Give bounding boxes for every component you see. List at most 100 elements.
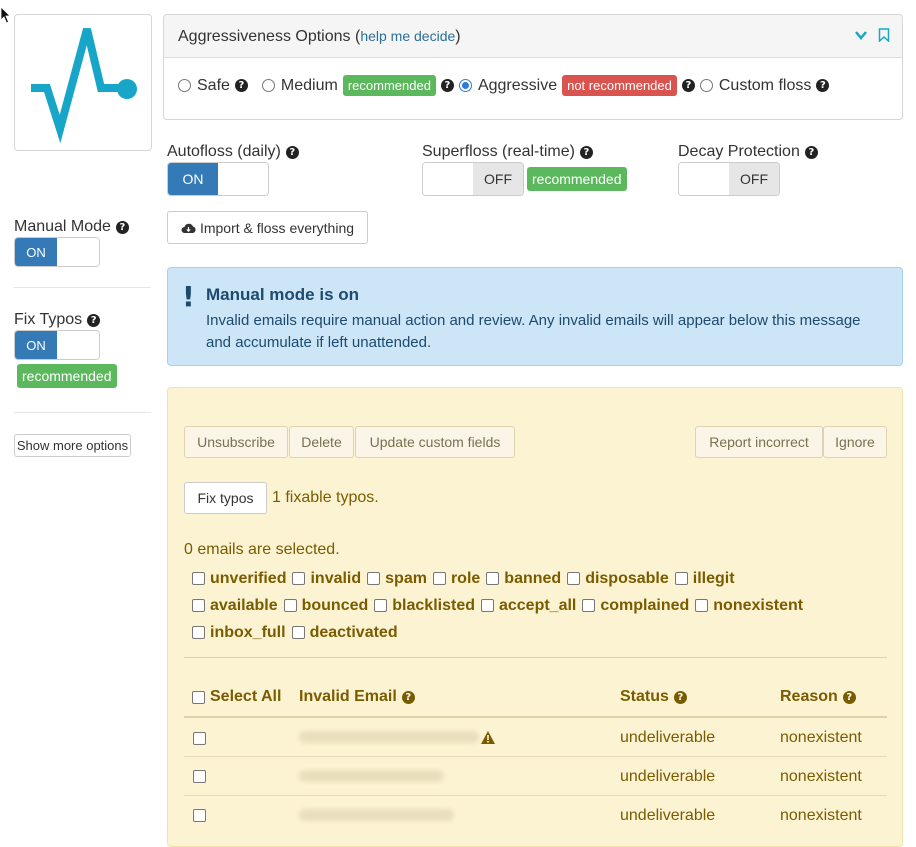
autofloss-toggle[interactable]: ON bbox=[167, 162, 269, 196]
fix-typos-label-text: Fix Typos bbox=[14, 311, 83, 328]
help-icon[interactable]: ? bbox=[234, 79, 248, 92]
checkbox[interactable] bbox=[486, 572, 500, 585]
filter-illegit[interactable]: illegit bbox=[674, 565, 735, 592]
filter-label: spam bbox=[385, 569, 427, 587]
decay-protection-toggle[interactable]: OFF bbox=[678, 162, 780, 196]
cloud-download-icon bbox=[181, 223, 196, 233]
help-icon[interactable]: ? bbox=[816, 79, 830, 92]
checkbox[interactable] bbox=[192, 626, 205, 639]
help-icon[interactable]: ? bbox=[115, 220, 129, 234]
reason-cell: nonexistent bbox=[780, 768, 862, 785]
invalid-emails-section: Unsubscribe Delete Update custom fields … bbox=[167, 387, 903, 847]
filter-label: bounced bbox=[301, 596, 369, 614]
toggle-handle bbox=[57, 331, 99, 359]
checkbox[interactable] bbox=[480, 599, 494, 612]
help-icon[interactable]: ? bbox=[87, 313, 101, 327]
checkbox[interactable] bbox=[192, 572, 205, 585]
status-cell: undeliverable bbox=[620, 768, 716, 785]
filter-blacklisted[interactable]: blacklisted bbox=[374, 592, 475, 619]
alert-title: Manual mode is on bbox=[206, 285, 360, 304]
fix-typos-label: Fix Typos? bbox=[14, 311, 101, 329]
status-header: Status? bbox=[620, 688, 687, 706]
filter-accept-all[interactable]: accept_all bbox=[480, 592, 577, 619]
table-row[interactable]: undeliverable nonexistent bbox=[184, 756, 887, 796]
radio-aggressive[interactable] bbox=[458, 79, 472, 92]
checkbox[interactable] bbox=[291, 626, 305, 639]
row-checkbox[interactable] bbox=[193, 732, 206, 745]
table-row[interactable]: undeliverable nonexistent bbox=[184, 795, 887, 835]
select-all-label: Select All bbox=[210, 688, 282, 705]
mouse-cursor-icon bbox=[0, 6, 11, 24]
show-more-options-button[interactable]: Show more options bbox=[14, 434, 131, 457]
toggle-off-label: OFF bbox=[729, 163, 779, 195]
help-icon[interactable]: ? bbox=[440, 79, 454, 92]
ignore-button[interactable]: Ignore bbox=[823, 426, 887, 458]
checkbox[interactable] bbox=[674, 572, 688, 585]
help-icon[interactable]: ? bbox=[673, 690, 687, 704]
checkbox[interactable] bbox=[582, 599, 596, 612]
superfloss-label-text: Superfloss (real-time) bbox=[422, 143, 575, 160]
fix-typos-toggle[interactable]: ON bbox=[14, 330, 100, 360]
filter-nonexistent[interactable]: nonexistent bbox=[695, 592, 803, 619]
filter-deactivated[interactable]: deactivated bbox=[291, 619, 398, 646]
update-custom-fields-button[interactable]: Update custom fields bbox=[355, 426, 515, 458]
help-icon[interactable]: ? bbox=[285, 145, 299, 159]
radio-medium[interactable] bbox=[261, 79, 275, 92]
checkbox[interactable] bbox=[695, 599, 709, 612]
redacted-email bbox=[299, 770, 444, 782]
status-cell: undeliverable bbox=[620, 807, 716, 824]
checkbox[interactable] bbox=[192, 599, 205, 612]
recommended-badge: recommended bbox=[342, 75, 436, 96]
checkbox[interactable] bbox=[283, 599, 297, 612]
manual-mode-toggle[interactable]: ON bbox=[14, 237, 100, 267]
unsubscribe-button[interactable]: Unsubscribe bbox=[184, 426, 288, 458]
filter-inbox-full[interactable]: inbox_full bbox=[192, 619, 286, 646]
checkbox[interactable] bbox=[367, 572, 381, 585]
delete-button[interactable]: Delete bbox=[289, 426, 354, 458]
filter-complained[interactable]: complained bbox=[582, 592, 689, 619]
exclamation-icon: ! bbox=[182, 280, 195, 313]
checkbox[interactable] bbox=[432, 572, 446, 585]
checkbox[interactable] bbox=[374, 599, 388, 612]
filter-invalid[interactable]: invalid bbox=[292, 565, 361, 592]
row-checkbox[interactable] bbox=[193, 809, 206, 822]
filter-available[interactable]: available bbox=[192, 592, 278, 619]
help-icon[interactable]: ? bbox=[681, 79, 695, 92]
filter-role[interactable]: role bbox=[432, 565, 480, 592]
help-me-decide-link[interactable]: help me decide bbox=[360, 28, 455, 44]
filter-bounced[interactable]: bounced bbox=[283, 592, 369, 619]
checkbox[interactable] bbox=[567, 572, 581, 585]
filter-label: accept_all bbox=[498, 596, 577, 614]
row-checkbox[interactable] bbox=[193, 770, 206, 783]
manual-mode-label: Manual Mode? bbox=[14, 218, 129, 236]
help-icon[interactable]: ? bbox=[842, 690, 856, 704]
help-icon[interactable]: ? bbox=[579, 145, 593, 159]
toggle-on-label: ON bbox=[168, 163, 218, 195]
table-row[interactable]: undeliverable nonexistent bbox=[184, 716, 887, 757]
import-floss-button[interactable]: Import & floss everything bbox=[167, 211, 368, 244]
help-icon[interactable]: ? bbox=[804, 145, 818, 159]
filter-label: nonexistent bbox=[713, 596, 804, 614]
radio-safe[interactable] bbox=[178, 79, 191, 92]
filter-label: disposable bbox=[585, 569, 669, 587]
reason-cell: nonexistent bbox=[780, 807, 862, 824]
fix-typos-button[interactable]: Fix typos bbox=[184, 482, 267, 514]
report-incorrect-button[interactable]: Report incorrect bbox=[695, 426, 823, 458]
manual-mode-alert: ! Manual mode is on Invalid emails requi… bbox=[167, 267, 903, 366]
filter-banned[interactable]: banned bbox=[486, 565, 561, 592]
toggle-handle bbox=[57, 238, 99, 266]
select-all-header[interactable]: Select All bbox=[192, 688, 281, 706]
option-aggressive-label: Aggressive bbox=[477, 76, 558, 94]
superfloss-toggle[interactable]: OFF bbox=[422, 162, 524, 196]
bookmark-icon[interactable] bbox=[878, 28, 890, 42]
fixable-typos-text: 1 fixable typos. bbox=[272, 489, 379, 506]
checkbox[interactable] bbox=[292, 572, 306, 585]
filter-disposable[interactable]: disposable bbox=[567, 565, 669, 592]
filter-spam[interactable]: spam bbox=[367, 565, 427, 592]
filter-unverified[interactable]: unverified bbox=[192, 565, 286, 592]
chevron-down-icon[interactable] bbox=[854, 28, 868, 42]
select-all-checkbox[interactable] bbox=[192, 690, 205, 704]
radio-custom-floss[interactable] bbox=[699, 79, 713, 92]
help-icon[interactable]: ? bbox=[401, 690, 415, 704]
pulse-logo-icon bbox=[31, 27, 137, 144]
